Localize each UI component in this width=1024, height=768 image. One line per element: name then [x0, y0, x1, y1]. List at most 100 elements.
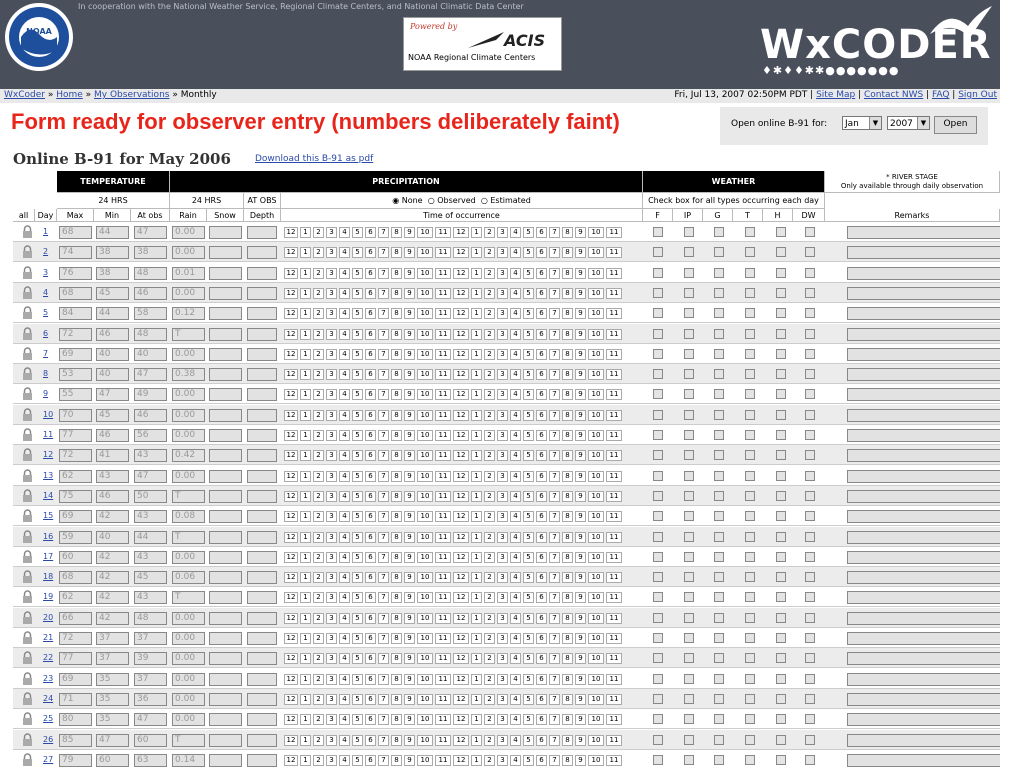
hour-toggle[interactable]: 8 [391, 287, 402, 299]
hour-toggle[interactable]: 1 [471, 592, 482, 604]
lock-icon[interactable] [22, 347, 33, 360]
hour-toggle[interactable]: 10 [417, 531, 433, 543]
hour-toggle[interactable]: 3 [497, 511, 508, 523]
hour-toggle[interactable]: 4 [339, 612, 350, 624]
hour-toggle[interactable]: 4 [339, 633, 350, 644]
hour-toggle[interactable]: 10 [588, 470, 604, 482]
weather-checkbox-dw[interactable] [805, 653, 815, 664]
weather-checkbox-dw[interactable] [805, 328, 815, 339]
hour-toggle[interactable]: 11 [435, 470, 451, 482]
depth-field[interactable] [247, 611, 277, 625]
hour-toggle[interactable]: 5 [352, 450, 363, 462]
weather-checkbox-dw[interactable] [805, 287, 815, 298]
hour-toggle[interactable]: 4 [339, 572, 350, 584]
hour-toggle[interactable]: 8 [562, 714, 573, 726]
weather-checkbox-f[interactable] [653, 633, 663, 643]
hour-toggle[interactable]: 12 [284, 267, 298, 279]
hour-toggle[interactable]: 5 [523, 450, 534, 462]
hour-toggle[interactable]: 7 [549, 612, 560, 624]
hour-toggle[interactable]: 2 [313, 287, 324, 299]
min-temp-field[interactable]: 35 [96, 692, 129, 706]
hour-toggle[interactable]: 8 [391, 267, 402, 279]
hour-toggle[interactable]: 1 [300, 551, 311, 563]
weather-checkbox-t[interactable] [745, 551, 755, 562]
weather-checkbox-ip[interactable] [684, 308, 694, 319]
hour-toggle[interactable]: 1 [300, 714, 311, 726]
rain-field[interactable]: 0.00 [172, 713, 205, 727]
hour-toggle[interactable]: 6 [365, 551, 376, 563]
hour-toggle[interactable]: 10 [417, 287, 433, 299]
rain-field[interactable]: 0.08 [172, 510, 205, 524]
rain-field[interactable]: 0.00 [172, 632, 205, 645]
hour-toggle[interactable]: 2 [484, 409, 495, 421]
hour-toggle[interactable]: 11 [435, 653, 451, 665]
hour-toggle[interactable]: 3 [497, 592, 508, 604]
rain-field[interactable]: 0.12 [172, 307, 205, 321]
hour-toggle[interactable]: 11 [606, 328, 622, 340]
hour-toggle[interactable]: 5 [352, 633, 363, 644]
hour-toggle[interactable]: 9 [404, 348, 415, 360]
hour-toggle[interactable]: 1 [300, 592, 311, 604]
hour-toggle[interactable]: 9 [404, 572, 415, 584]
hour-toggle[interactable]: 12 [453, 633, 469, 644]
weather-checkbox-dw[interactable] [805, 754, 815, 765]
hour-toggle[interactable]: 8 [562, 612, 573, 624]
hour-toggle[interactable]: 3 [326, 693, 337, 705]
hour-toggle[interactable]: 5 [523, 633, 534, 644]
remarks-field[interactable] [847, 611, 1000, 625]
hour-toggle[interactable]: 3 [326, 430, 337, 441]
hour-toggle[interactable]: 11 [435, 267, 451, 279]
hour-toggle[interactable]: 12 [453, 247, 469, 259]
hour-toggle[interactable]: 10 [588, 369, 604, 381]
hour-toggle[interactable]: 4 [510, 389, 521, 401]
hour-toggle[interactable]: 2 [484, 490, 495, 502]
hour-toggle[interactable]: 7 [378, 267, 389, 279]
hour-toggle[interactable]: 8 [391, 592, 402, 604]
hour-toggle[interactable]: 12 [284, 633, 298, 644]
weather-checkbox-dw[interactable] [805, 308, 815, 319]
hour-toggle[interactable]: 3 [497, 653, 508, 665]
hour-toggle[interactable]: 2 [313, 409, 324, 421]
hour-toggle[interactable]: 2 [484, 287, 495, 299]
hour-toggle[interactable]: 8 [391, 369, 402, 381]
hour-toggle[interactable]: 10 [588, 693, 604, 705]
day-link[interactable]: 24 [43, 694, 53, 703]
hour-toggle[interactable]: 2 [484, 348, 495, 360]
lock-icon[interactable] [22, 692, 33, 705]
min-temp-field[interactable]: 44 [96, 307, 129, 321]
hour-toggle[interactable]: 7 [549, 227, 560, 238]
weather-checkbox-g[interactable] [714, 470, 724, 481]
weather-checkbox-ip[interactable] [684, 693, 694, 704]
hour-toggle[interactable]: 8 [562, 633, 573, 644]
hour-toggle[interactable]: 5 [523, 267, 534, 279]
hour-toggle[interactable]: 6 [365, 430, 376, 441]
hour-toggle[interactable]: 3 [326, 714, 337, 726]
hour-toggle[interactable]: 12 [284, 673, 298, 685]
depth-field[interactable] [247, 388, 277, 402]
hour-toggle[interactable]: 12 [453, 511, 469, 523]
weather-checkbox-f[interactable] [653, 612, 663, 623]
hour-toggle[interactable]: 10 [417, 653, 433, 665]
hour-toggle[interactable]: 1 [471, 511, 482, 523]
hour-toggle[interactable]: 6 [536, 734, 547, 746]
hour-toggle[interactable]: 1 [471, 551, 482, 563]
hour-toggle[interactable]: 12 [284, 490, 298, 502]
remarks-field[interactable] [847, 530, 1000, 544]
rain-field[interactable]: 0.00 [172, 388, 205, 402]
hour-toggle[interactable]: 4 [510, 227, 521, 238]
weather-checkbox-ip[interactable] [684, 511, 694, 522]
snow-field[interactable] [209, 327, 242, 341]
day-link[interactable]: 4 [43, 288, 48, 297]
weather-checkbox-g[interactable] [714, 633, 724, 643]
year-select[interactable]: 2007 ▼ [887, 116, 930, 130]
hour-toggle[interactable]: 3 [497, 572, 508, 584]
hour-toggle[interactable]: 8 [562, 490, 573, 502]
remarks-field[interactable] [847, 307, 1000, 321]
hour-toggle[interactable]: 10 [588, 592, 604, 604]
hour-toggle[interactable]: 7 [378, 531, 389, 543]
hour-toggle[interactable]: 3 [497, 612, 508, 624]
hour-toggle[interactable]: 7 [378, 572, 389, 584]
weather-checkbox-h[interactable] [776, 653, 786, 664]
weather-checkbox-h[interactable] [776, 308, 786, 319]
hour-toggle[interactable]: 2 [313, 633, 324, 644]
